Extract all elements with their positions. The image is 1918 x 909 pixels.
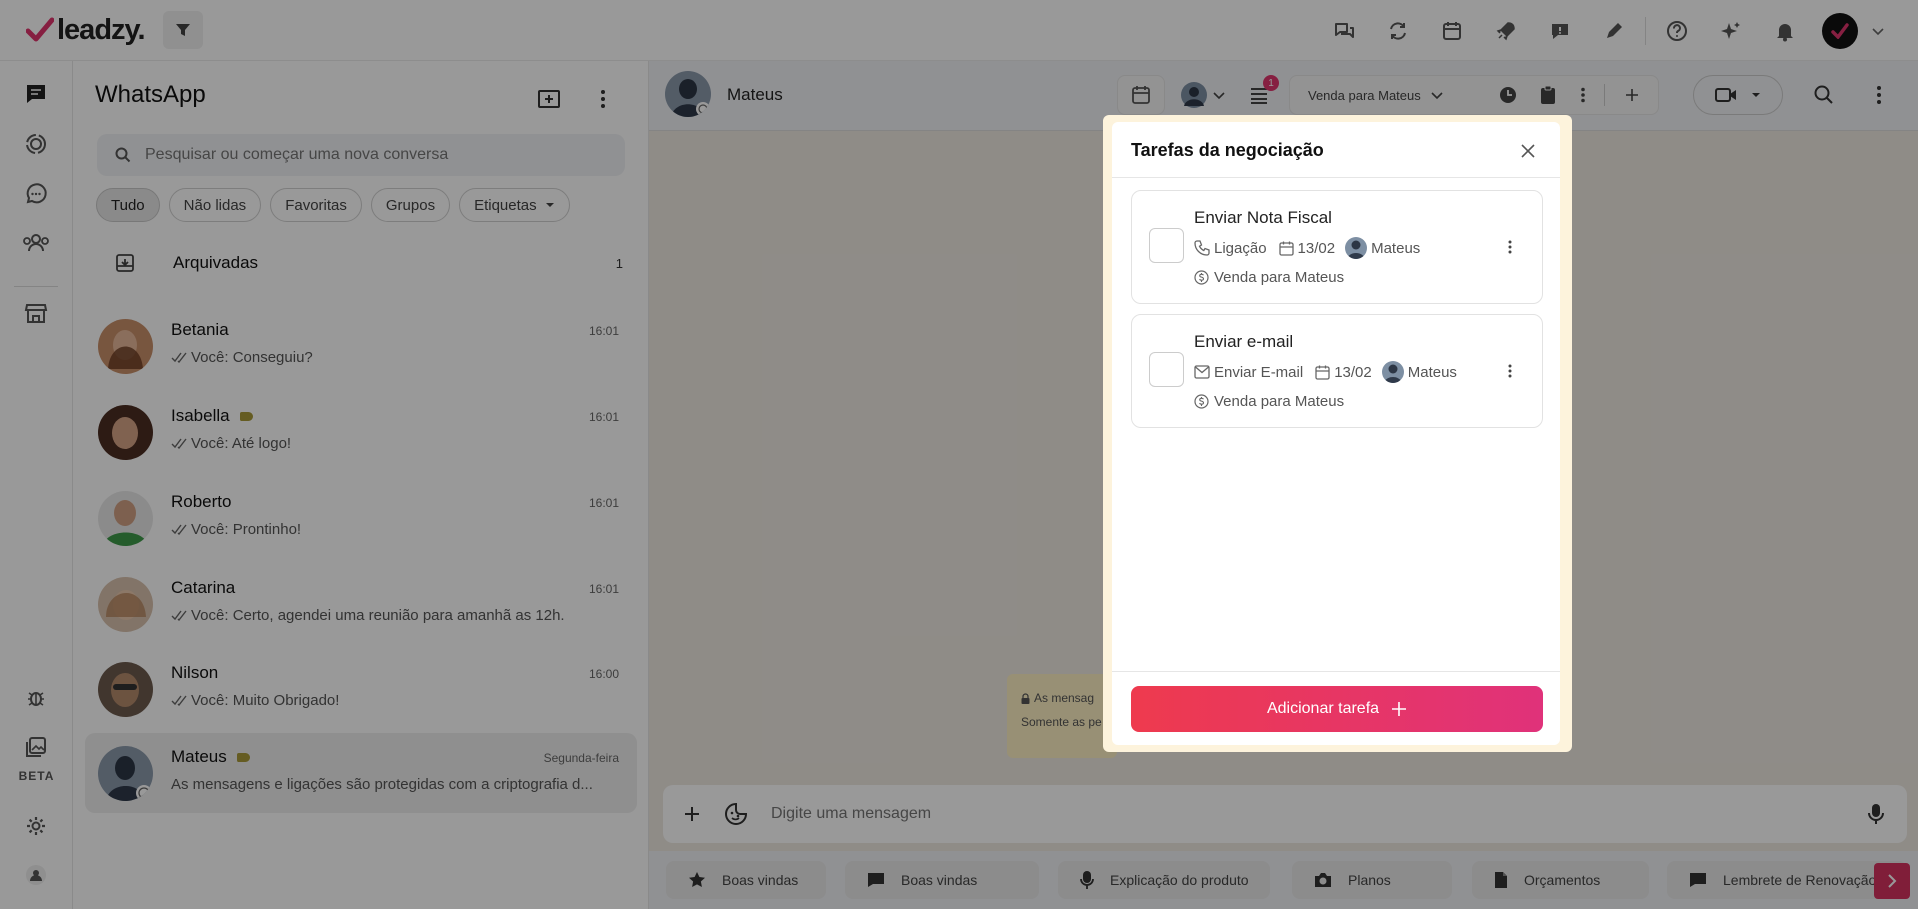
task-date: 13/02: [1297, 239, 1336, 257]
calendar-icon: [1278, 241, 1294, 256]
more-vertical-icon: [1508, 240, 1512, 254]
more-vertical-icon: [1508, 364, 1512, 378]
task-menu-button[interactable]: [1500, 359, 1520, 383]
modal-footer-divider: [1112, 671, 1560, 672]
task-type: Enviar E-mail: [1214, 363, 1304, 381]
phone-icon: [1194, 240, 1210, 256]
owner-avatar: [1381, 361, 1404, 383]
task-checkbox[interactable]: [1149, 352, 1184, 387]
calendar-icon: [1315, 365, 1330, 380]
task-type: Ligação: [1214, 239, 1267, 257]
close-button[interactable]: [1513, 136, 1543, 166]
add-task-button[interactable]: Adicionar tarefa: [1131, 686, 1543, 732]
task-deal: Venda para Mateus: [1214, 269, 1345, 286]
plus-icon: [1392, 702, 1407, 716]
add-task-label: Adicionar tarefa: [1266, 700, 1380, 717]
modal-divider: [1112, 177, 1560, 178]
owner-avatar: [1345, 237, 1368, 259]
task-title: Enviar e-mail: [1194, 332, 1294, 351]
modal-backdrop[interactable]: [0, 0, 1918, 909]
envelope-icon: [1194, 365, 1210, 379]
deal-tasks-modal: Tarefas da negociação Enviar Nota Fiscal…: [1112, 122, 1560, 745]
task-checkbox[interactable]: [1149, 228, 1184, 263]
task-card[interactable]: Enviar e-mail Enviar E-mail 13/02 Mateus…: [1131, 314, 1543, 428]
task-date: 13/02: [1334, 363, 1372, 381]
task-card[interactable]: Enviar Nota Fiscal Ligação 13/02 Mateus …: [1131, 190, 1543, 304]
task-owner: Mateus: [1407, 363, 1457, 381]
task-menu-button[interactable]: [1500, 235, 1520, 259]
modal-title: Tarefas da negociação: [1131, 140, 1324, 160]
task-title: Enviar Nota Fiscal: [1194, 208, 1332, 227]
close-icon: [1521, 144, 1535, 158]
dollar-icon: [1194, 394, 1209, 409]
task-deal: Venda para Mateus: [1214, 393, 1345, 410]
task-owner: Mateus: [1371, 239, 1421, 257]
dollar-icon: [1194, 270, 1209, 285]
